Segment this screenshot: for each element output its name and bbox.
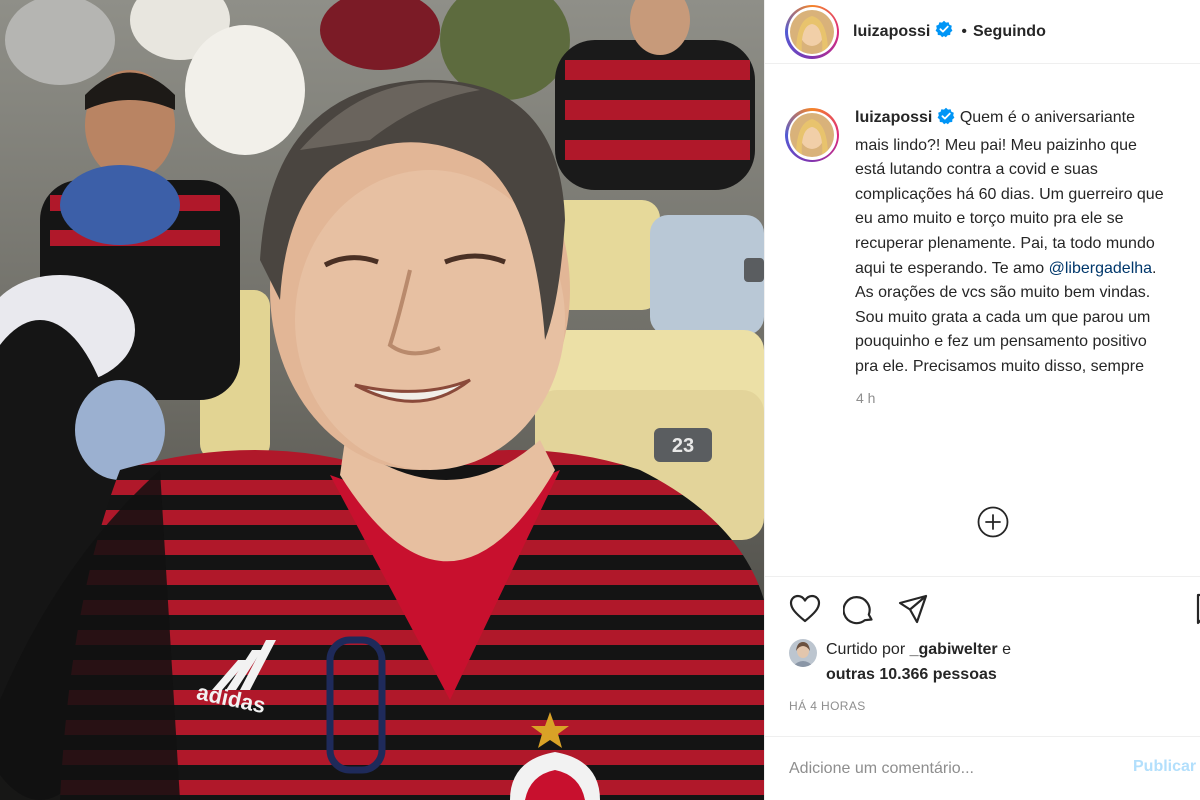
separator-dot: •: [961, 22, 967, 40]
caption-avatar-image: [790, 113, 834, 157]
post-header: luizapossi • Seguindo: [765, 0, 1200, 64]
paper-plane-icon: [898, 594, 928, 624]
heart-icon: [789, 594, 821, 623]
post-details-panel: luizapossi • Seguindo luizapossi Quem é …: [764, 0, 1200, 800]
likes-prefix: Curtido por: [826, 641, 906, 658]
share-button[interactable]: [895, 591, 931, 627]
caption-time[interactable]: 4 h: [856, 390, 1180, 406]
save-button[interactable]: [1191, 591, 1200, 627]
post-timestamp[interactable]: HÁ 4 HORAS: [789, 699, 866, 713]
comment-bar: Publicar: [765, 736, 1200, 800]
comment-button[interactable]: [841, 591, 877, 627]
action-icons-row: [787, 591, 1200, 627]
load-more-comments-button[interactable]: [977, 506, 1009, 538]
comment-input[interactable]: [789, 759, 1119, 778]
likes-text: Curtido por _gabiwelter e outras 10.366 …: [826, 637, 1011, 687]
like-button[interactable]: [787, 591, 823, 627]
avatar[interactable]: [785, 4, 839, 59]
likes-joiner: e: [1002, 641, 1011, 658]
plus-circle-icon: [977, 506, 1009, 538]
bookmark-icon: [1196, 593, 1200, 625]
caption-body: Quem é o aniversariante mais lindo?! Meu…: [855, 109, 1164, 277]
comment-bubble-icon: [843, 596, 873, 625]
likes-others-link[interactable]: outras 10.366 pessoas: [826, 666, 997, 683]
verified-badge-icon: [937, 107, 955, 134]
avatar-image: [790, 9, 834, 54]
verified-badge-icon: [935, 20, 953, 43]
likes-summary: Curtido por _gabiwelter e outras 10.366 …: [789, 637, 1184, 687]
liker-username[interactable]: _gabiwelter: [910, 641, 998, 658]
post-photo[interactable]: 23 adidas: [0, 0, 764, 800]
following-button[interactable]: Seguindo: [973, 23, 1046, 41]
liker-avatar[interactable]: [789, 639, 817, 667]
caption-mention-link[interactable]: @libergadelha: [1049, 260, 1152, 277]
caption-username[interactable]: luizapossi: [855, 109, 932, 126]
caption-avatar[interactable]: [785, 108, 839, 162]
seat-number-text: 23: [672, 435, 694, 457]
publish-button[interactable]: Publicar: [1133, 758, 1196, 776]
post-image: 23 adidas: [0, 0, 764, 800]
post-actions: Curtido por _gabiwelter e outras 10.366 …: [765, 576, 1200, 800]
caption-text: luizapossi Quem é o aniversariante mais …: [855, 106, 1171, 380]
header-username[interactable]: luizapossi: [853, 23, 930, 41]
caption-area: luizapossi Quem é o aniversariante mais …: [785, 106, 1180, 406]
